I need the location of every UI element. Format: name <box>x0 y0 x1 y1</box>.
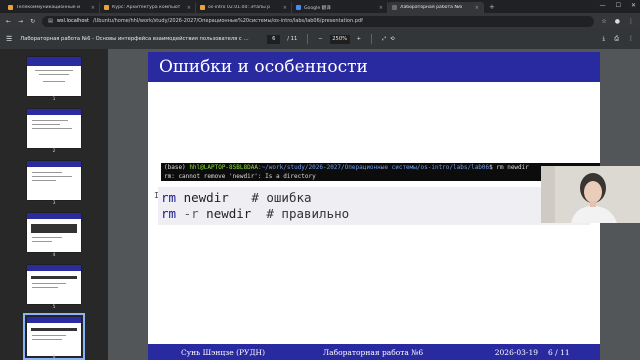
close-icon[interactable]: × <box>91 5 95 11</box>
new-tab-button[interactable]: + <box>484 2 500 13</box>
download-icon[interactable]: ⤓ <box>603 35 606 43</box>
close-window-icon[interactable]: ✕ <box>631 2 636 9</box>
page-thumbnail-number: 5 <box>52 305 56 310</box>
back-icon[interactable]: ← <box>6 18 11 25</box>
footer-title: Лабораторная работа №6 <box>322 347 424 357</box>
forward-icon[interactable]: → <box>18 18 23 25</box>
maximize-icon[interactable]: ☐ <box>616 2 621 9</box>
tab-title: Телекоммуникационные и <box>16 5 81 10</box>
browser-tab[interactable]: Курс: Архитектура компьют × <box>100 2 196 13</box>
tab-favicon-icon <box>392 5 397 10</box>
tab-favicon-icon <box>8 5 13 10</box>
more-options-icon[interactable]: ⋮ <box>628 35 634 43</box>
thumbnail-sidebar: 1 2 3 4 5 6 <box>0 49 108 360</box>
page-thumbnail-number: 4 <box>52 253 56 258</box>
code-block: rm newdir # ошибка rm -r newdir # правиль… <box>158 187 590 225</box>
page-thumbnail-selected[interactable] <box>23 313 85 360</box>
page-thumbnail-number: 6 <box>52 355 56 360</box>
toolbar-divider <box>371 34 372 44</box>
browser-tab[interactable]: Телекоммуникационные и × <box>4 2 100 13</box>
browser-tab-strip: Телекоммуникационные и × Курс: Архитекту… <box>0 0 640 13</box>
zoom-in-icon[interactable]: + <box>357 36 361 42</box>
page-thumbnail-number: 2 <box>52 149 56 154</box>
page-thumbnail-number: 3 <box>52 201 56 206</box>
rotate-icon[interactable]: ⟲ <box>390 36 394 42</box>
profile-icon[interactable]: ● <box>615 18 620 25</box>
page-thumbnail[interactable] <box>27 265 81 304</box>
text-cursor-icon: I <box>154 191 159 200</box>
toolbar-divider <box>307 34 309 44</box>
browser-tab[interactable]: os-intro 02.01.00: Этапы р × <box>196 2 292 13</box>
menu-dots-icon[interactable]: ⋮ <box>628 18 634 25</box>
page-number-input[interactable]: 6 <box>267 34 281 44</box>
code-line: rm -r newdir # правильно <box>161 206 350 221</box>
terminal-screenshot: (base) hhl@LAPTOP-8SBL8DAA:~/work/study/… <box>161 163 600 181</box>
webcam-overlay <box>541 166 640 223</box>
tab-favicon-icon <box>104 5 109 10</box>
terminal-line: (base) hhl@LAPTOP-8SBL8DAA:~/work/study/… <box>164 164 529 171</box>
footer-author: Сунь Шэнцзе (РУДН) <box>180 347 266 357</box>
browser-tab[interactable]: Google 翻译 × <box>292 2 388 13</box>
url-path: /Ubuntu/home/hhl/work/study/2026-2027/Оп… <box>92 18 363 24</box>
fit-page-icon[interactable]: ⤢ <box>382 36 386 43</box>
document-title: Лабораторная работа №6 - Основы интерфей… <box>20 36 251 42</box>
close-icon[interactable]: × <box>187 5 191 11</box>
reload-icon[interactable]: ↻ <box>30 18 35 25</box>
page-thumbnail[interactable] <box>27 109 81 148</box>
tab-title: Лабораторная работа №6 <box>400 5 463 10</box>
minimize-icon[interactable]: — <box>600 2 606 9</box>
menu-icon[interactable]: ☰ <box>6 35 12 43</box>
page-total: / 11 <box>287 36 298 42</box>
slide-heading: Ошибки и особенности <box>148 52 600 82</box>
page-thumbnail[interactable] <box>27 213 81 252</box>
page-thumbnail-number: 1 <box>52 97 56 102</box>
page-thumbnail[interactable] <box>27 161 81 200</box>
footer-page: 6 / 11 <box>548 347 570 357</box>
pdf-toolbar: ☰ Лабораторная работа №6 - Основы интерф… <box>0 29 640 49</box>
terminal-line: rm: cannot remove 'newdir': Is a directo… <box>164 172 316 180</box>
zoom-input[interactable]: 250% <box>329 34 350 44</box>
footer-date: 2026-03-19 <box>494 347 538 357</box>
zoom-out-icon[interactable]: − <box>318 36 322 42</box>
slide-footer: Сунь Шэнцзе (РУДН) Лабораторная работа №… <box>148 344 600 360</box>
tab-favicon-icon <box>296 5 301 10</box>
file-icon: ▤ <box>48 18 53 24</box>
presenter-video <box>541 166 640 223</box>
tab-title: Курс: Архитектура компьют <box>112 5 181 10</box>
close-icon[interactable]: × <box>283 5 287 11</box>
close-icon[interactable]: × <box>475 5 479 11</box>
tab-title: Google 翻译 <box>304 5 331 11</box>
tab-favicon-icon <box>200 5 205 10</box>
print-icon[interactable]: ⎙ <box>614 35 619 43</box>
code-line: rm newdir # ошибка <box>161 190 312 205</box>
close-icon[interactable]: × <box>379 5 383 11</box>
tab-title: os-intro 02.01.00: Этапы р <box>208 5 271 10</box>
window-controls: — ☐ ✕ <box>600 2 636 9</box>
page-thumbnail[interactable] <box>27 57 81 96</box>
bookmark-star-icon[interactable]: ☆ <box>601 18 606 25</box>
browser-tab-active[interactable]: Лабораторная работа №6 × <box>388 2 484 13</box>
pdf-page: Ошибки и особенности (base) hhl@LAPTOP-8… <box>148 52 600 360</box>
url-host: wsl.localhost <box>56 18 89 24</box>
url-input[interactable]: ▤ wsl.localhost /Ubuntu/home/hhl/work/st… <box>42 15 595 27</box>
address-bar: ← → ↻ ▤ wsl.localhost /Ubuntu/home/hhl/w… <box>0 13 640 29</box>
